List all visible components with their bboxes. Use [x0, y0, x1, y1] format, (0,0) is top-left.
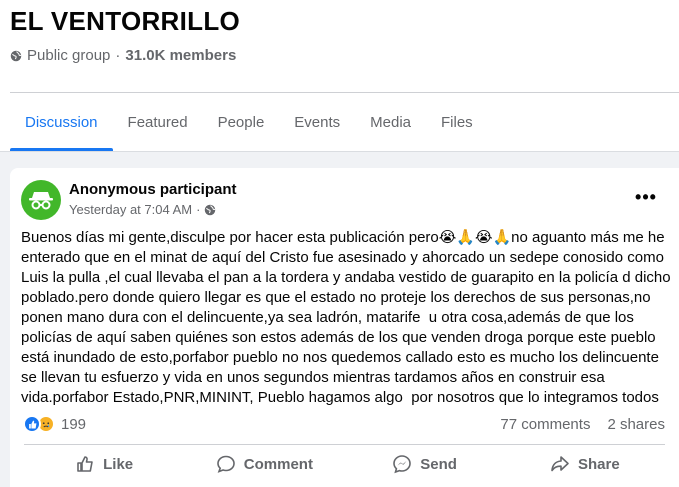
- globe-icon: [10, 50, 22, 61]
- send-icon: [393, 455, 412, 474]
- like-label: Like: [103, 455, 134, 473]
- comment-button[interactable]: Comment: [184, 445, 344, 483]
- meta-separator: ·: [115, 47, 121, 64]
- group-privacy: Public group: [27, 47, 111, 64]
- send-button[interactable]: Send: [345, 445, 505, 483]
- post-timestamp[interactable]: Yesterday at 7:04 AM: [69, 202, 192, 217]
- anonymous-icon: [29, 192, 53, 210]
- reaction-count: 199: [61, 415, 87, 433]
- share-label: Share: [578, 455, 620, 473]
- like-icon: [77, 456, 93, 472]
- group-members[interactable]: 31.0K members: [125, 47, 236, 64]
- comments-count[interactable]: 77 comments: [500, 416, 590, 433]
- tab-files[interactable]: Files: [426, 93, 488, 151]
- tab-events[interactable]: Events: [279, 93, 355, 151]
- more-options-button[interactable]: •••: [628, 184, 664, 210]
- send-label: Send: [420, 455, 457, 473]
- reactions-summary[interactable]: 199: [23, 415, 86, 433]
- tab-media[interactable]: Media: [355, 93, 426, 151]
- tab-featured[interactable]: Featured: [113, 93, 203, 151]
- tab-people[interactable]: People: [203, 93, 280, 151]
- comment-label: Comment: [243, 455, 313, 473]
- like-button[interactable]: Like: [24, 445, 184, 483]
- like-reaction-icon: [23, 415, 41, 433]
- shares-count[interactable]: 2 shares: [607, 416, 665, 433]
- post-meta: Yesterday at 7:04 AM ·: [69, 202, 216, 217]
- meta-separator: ·: [196, 202, 201, 217]
- group-tabs: Discussion Featured People Events Media …: [10, 93, 488, 151]
- post-actions: Like Comment Send Share: [24, 445, 665, 483]
- comment-icon: [216, 455, 235, 473]
- share-icon: [551, 456, 569, 472]
- group-header: EL VENTORRILLO Public group · 31.0K memb…: [0, 0, 679, 152]
- post-stats: 77 comments 2 shares: [500, 416, 665, 433]
- group-meta: Public group · 31.0K members: [10, 47, 236, 64]
- post-author[interactable]: Anonymous participant: [69, 181, 237, 198]
- tab-discussion[interactable]: Discussion: [10, 93, 113, 151]
- post-text: Buenos días mi gente,disculpe por hacer …: [21, 229, 675, 406]
- globe-icon: [205, 204, 216, 215]
- post-card: Anonymous participant Yesterday at 7:04 …: [10, 168, 679, 487]
- group-name[interactable]: EL VENTORRILLO: [10, 6, 240, 37]
- avatar[interactable]: [21, 180, 61, 220]
- share-button[interactable]: Share: [505, 445, 665, 483]
